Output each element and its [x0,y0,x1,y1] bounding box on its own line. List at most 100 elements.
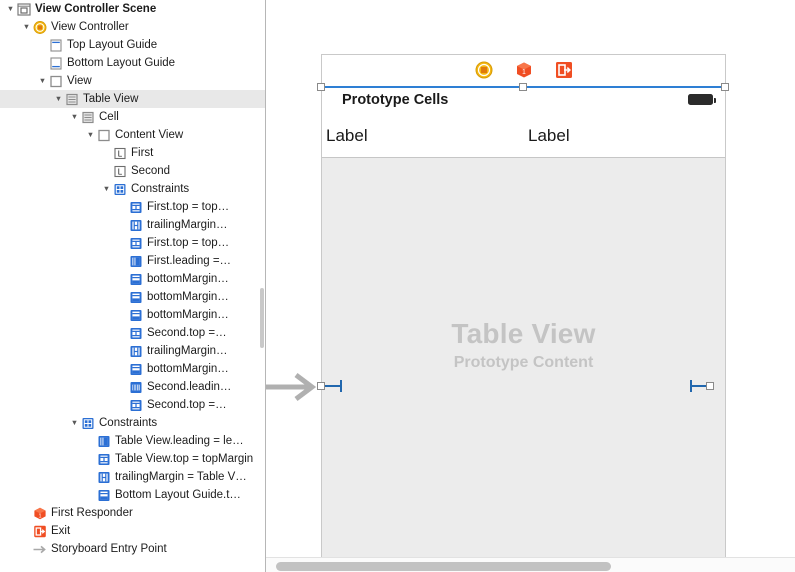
twisty-placeholder: ▼ [84,432,97,450]
disclosure-triangle-icon[interactable]: ▼ [36,72,49,90]
leading-constraint-cap [340,380,342,392]
outline-row[interactable]: ▼ trailingMargin… [0,342,265,360]
outline-row-label: bottomMargin… [147,291,229,303]
leading-constraint-line[interactable] [325,385,341,387]
outline-row-label: Second.top =… [147,327,227,339]
twisty-placeholder: ▼ [116,324,129,342]
canvas-scrollbar-thumb[interactable] [276,562,611,571]
selection-handle-top-left[interactable] [317,83,325,91]
trailing-constraint-line[interactable] [690,385,706,387]
outline-row[interactable]: ▼ First.leading =… [0,252,265,270]
twisty-placeholder: ▼ [116,288,129,306]
exit-icon [33,525,47,538]
document-outline-view[interactable]: ▼ View Controller Scene ▼ View Controller… [0,0,266,572]
outline-row[interactable]: ▼ trailingMargin… [0,216,265,234]
twisty-placeholder: ▼ [116,342,129,360]
top-layout-guide-icon [49,38,63,52]
exit-dock-icon[interactable] [555,61,573,84]
twisty-placeholder: ▼ [116,198,129,216]
constraint-vertical-icon [97,453,111,466]
scene-icon [17,2,31,16]
outline-row-label: Second [131,165,171,177]
outline-vertical-scrollbar[interactable] [260,288,264,348]
outline-row[interactable]: ▼ First.top = top… [0,234,265,252]
outline-row[interactable]: ▼ Table View.leading = le… [0,432,265,450]
selection-handle-mid-right[interactable] [706,382,714,390]
disclosure-triangle-icon[interactable]: ▼ [4,0,17,18]
table-view-placeholder: Table View Prototype Content [322,318,725,372]
outline-row[interactable]: ▼ Second.leadin… [0,378,265,396]
disclosure-triangle-icon[interactable]: ▼ [100,180,113,198]
canvas-horizontal-scrollbar[interactable] [266,557,795,572]
outline-row[interactable]: ▼ Constraints [0,414,265,432]
view-icon [49,75,63,88]
twisty-placeholder: ▼ [116,306,129,324]
outline-row[interactable]: ▼ Bottom Layout Guide [0,54,265,72]
constraint-vertical-icon [129,201,143,214]
outline-row-label: First.top = top… [147,237,230,249]
content-view-icon [97,129,111,142]
outline-row-label: Constraints [99,417,158,429]
constraints-folder-icon [81,417,95,430]
prototype-cell[interactable]: Label Label [322,112,725,158]
constraint-horizontal-icon [129,345,143,358]
disclosure-triangle-icon[interactable]: ▼ [68,108,81,126]
table-view-icon [65,93,79,106]
outline-row[interactable]: ▼ View Controller [0,18,265,36]
outline-row[interactable]: ▼ Top Layout Guide [0,36,265,54]
outline-row[interactable]: ▼ Second.top =… [0,324,265,342]
outline-row-label: First [131,147,154,159]
svg-text:1: 1 [522,69,526,76]
outline-row[interactable]: ▼ L First [0,144,265,162]
table-view-body[interactable]: Table View Prototype Content [322,158,725,557]
placeholder-title: Table View [451,318,596,349]
outline-row-label: bottomMargin… [147,309,229,321]
outline-row[interactable]: ▼ Second.top =… [0,396,265,414]
placeholder-subtitle: Prototype Content [453,354,594,371]
disclosure-triangle-icon[interactable]: ▼ [52,90,65,108]
outline-row[interactable]: ▼ bottomMargin… [0,288,265,306]
twisty-placeholder: ▼ [116,270,129,288]
outline-row[interactable]: ▼ Cell [0,108,265,126]
scene-dock[interactable]: 1 [321,61,726,84]
disclosure-triangle-icon[interactable]: ▼ [20,18,33,36]
storyboard-canvas[interactable]: 1 Prototype Cells Label Label Table View [266,0,795,572]
selection-handle-top-center[interactable] [519,83,527,91]
outline-row-label: Table View.top = topMargin [115,453,254,465]
disclosure-triangle-icon[interactable]: ▼ [68,414,81,432]
outline-row[interactable]: ▼ View [0,72,265,90]
outline-row[interactable]: ▼ Table View.top = topMargin [0,450,265,468]
outline-row[interactable]: ▼ Table View [0,90,265,108]
outline-row[interactable]: ▼ Constraints [0,180,265,198]
outline-row[interactable]: ▼ trailingMargin = Table V… [0,468,265,486]
outline-row[interactable]: ▼ First.top = top… [0,198,265,216]
outline-row[interactable]: ▼ L Second [0,162,265,180]
twisty-placeholder: ▼ [116,378,129,396]
outline-row-label: bottomMargin… [147,363,229,375]
first-responder-dock-icon[interactable]: 1 [515,61,533,84]
outline-row[interactable]: ▼ Exit [0,522,265,540]
constraint-horizontal-icon [97,471,111,484]
outline-row-label: Bottom Layout Guide [67,57,176,69]
cell-label-first: Label [326,126,368,145]
xcode-interface-builder: ▼ View Controller Scene ▼ View Controller… [0,0,795,572]
outline-row[interactable]: ▼ Bottom Layout Guide.t… [0,486,265,504]
outline-row[interactable]: ▼ Storyboard Entry Point [0,540,265,558]
outline-row[interactable]: ▼ bottomMargin… [0,360,265,378]
outline-row[interactable]: ▼ bottomMargin… [0,306,265,324]
constraint-leading-icon [97,435,111,448]
outline-row-label: First Responder [51,507,133,519]
twisty-placeholder: ▼ [36,54,49,72]
outline-row[interactable]: ▼ 1 First Responder [0,504,265,522]
outline-row[interactable]: ▼ Content View [0,126,265,144]
outline-row[interactable]: ▼ bottomMargin… [0,270,265,288]
disclosure-triangle-icon[interactable]: ▼ [84,126,97,144]
outline-row-label: View Controller Scene [35,3,157,15]
view-controller-dock-icon[interactable] [475,61,493,84]
twisty-placeholder: ▼ [20,504,33,522]
constraint-bottom-icon [129,309,143,322]
constraint-bottom-icon [129,273,143,286]
outline-row[interactable]: ▼ View Controller Scene [0,0,265,18]
selection-handle-top-right[interactable] [721,83,729,91]
twisty-placeholder: ▼ [84,450,97,468]
